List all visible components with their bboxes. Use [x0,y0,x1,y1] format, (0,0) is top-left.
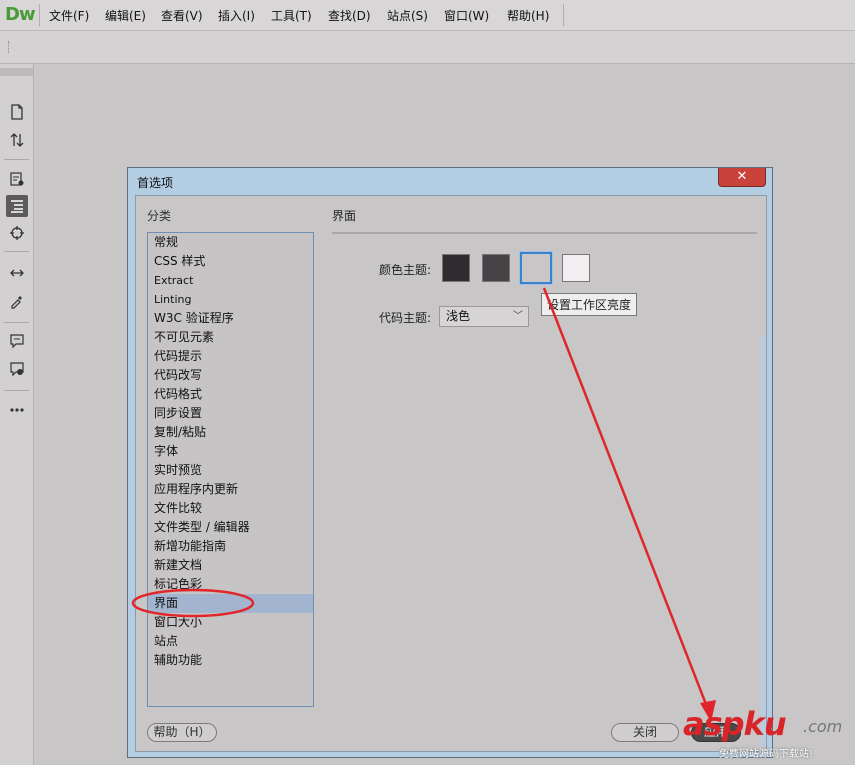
category-item-extract[interactable]: Extract [148,271,313,290]
toolbar-grip[interactable] [8,41,11,53]
menu-separator [563,4,564,26]
menu-window[interactable]: 窗口(W) [444,7,489,24]
menu-site[interactable]: 站点(S) [387,7,428,24]
category-item-code-format[interactable]: 代码格式 [148,385,313,404]
category-item-file-types-editors[interactable]: 文件类型 / 编辑器 [148,518,313,537]
color-theme-label: 颜色主题: [379,263,432,277]
category-item-in-app-updates[interactable]: 应用程序内更新 [148,480,313,499]
expand-icon[interactable] [6,262,28,284]
category-item-code-hints[interactable]: 代码提示 [148,347,313,366]
toolbar-header-strip[interactable] [0,68,33,76]
format-source-icon[interactable] [6,195,28,217]
toolbar-separator [4,251,29,252]
category-item-window-sizes[interactable]: 窗口大小 [148,613,313,632]
menu-separator [39,4,40,26]
toolbar-separator [4,322,29,323]
code-theme-select[interactable]: 浅色 ﹀ [439,306,529,327]
remove-comment-icon[interactable] [6,358,28,380]
menu-tools[interactable]: 工具(T) [271,7,312,24]
category-item-highlight-colors[interactable]: 标记色彩 [148,575,313,594]
pane-divider [332,232,757,234]
toolbar-separator [4,159,29,160]
category-item-copy-paste[interactable]: 复制/粘贴 [148,423,313,442]
menu-bar: Dw 文件(F) 编辑(E) 查看(V) 插入(I) 工具(T) 查找(D) 站… [0,0,855,31]
inspect-icon[interactable] [6,168,28,190]
comment-icon[interactable] [6,330,28,352]
app-logo: Dw [5,4,36,25]
theme-swatch-darkest[interactable] [442,254,470,282]
theme-swatch-dark[interactable] [482,254,510,282]
left-toolbar [0,64,34,765]
more-icon[interactable] [6,399,28,421]
theme-swatch-light[interactable] [520,252,552,284]
transfer-icon[interactable] [6,129,28,151]
category-item-new-document[interactable]: 新建文档 [148,556,313,575]
close-icon: ✕ [736,169,748,184]
category-item-code-rewriting[interactable]: 代码改写 [148,366,313,385]
category-label: 分类 [147,209,172,223]
preferences-dialog: 首选项 ✕ 分类 常规 CSS 样式 Extract Linting W3C 验… [127,167,773,758]
pane-title: 界面 [332,209,357,223]
category-item-w3c-validator[interactable]: W3C 验证程序 [148,309,313,328]
swatch-tooltip: 设置工作区亮度 [541,293,638,316]
category-item-invisible-elements[interactable]: 不可见元素 [148,328,313,347]
watermark-logo: aspku [683,705,787,743]
category-item-live-preview[interactable]: 实时预览 [148,461,313,480]
eyedropper-icon[interactable] [6,290,28,312]
category-item-file-compare[interactable]: 文件比较 [148,499,313,518]
category-item-css-styles[interactable]: CSS 样式 [148,252,313,271]
category-item-linting[interactable]: Linting [148,290,313,309]
scrollbar[interactable] [761,336,766,746]
menu-insert[interactable]: 插入(I) [218,7,255,24]
menu-file[interactable]: 文件(F) [49,7,89,24]
menu-help[interactable]: 帮助(H) [507,7,549,24]
theme-swatch-lightest[interactable] [562,254,590,282]
watermark-domain: .com [803,717,843,736]
menu-view[interactable]: 查看(V) [161,7,203,24]
category-item-interface[interactable]: 界面 [148,594,313,613]
help-button[interactable]: 帮助（H） [147,723,217,742]
target-icon[interactable] [6,222,28,244]
document-toolbar [0,31,855,64]
toolbar-separator [4,390,29,391]
dialog-body: 分类 常规 CSS 样式 Extract Linting W3C 验证程序 不可… [135,195,767,752]
close-button[interactable]: 关闭 [611,723,679,742]
category-item-sync-settings[interactable]: 同步设置 [148,404,313,423]
watermark-tagline: 免费网站源码下载站! [719,749,814,760]
dialog-close-button[interactable]: ✕ [718,168,766,187]
menu-edit[interactable]: 编辑(E) [105,7,146,24]
category-item-general[interactable]: 常规 [148,233,313,252]
dialog-title: 首选项 [137,176,174,190]
code-theme-label: 代码主题: [379,311,432,325]
category-list[interactable]: 常规 CSS 样式 Extract Linting W3C 验证程序 不可见元素… [147,232,314,707]
category-item-fonts[interactable]: 字体 [148,442,313,461]
category-item-site[interactable]: 站点 [148,632,313,651]
new-document-icon[interactable] [6,101,28,123]
watermark: aspku .com 免费网站源码下载站! [683,705,853,765]
code-theme-value: 浅色 [446,309,471,323]
menu-find[interactable]: 查找(D) [328,7,371,24]
category-item-whats-new-guide[interactable]: 新增功能指南 [148,537,313,556]
category-item-accessibility[interactable]: 辅助功能 [148,651,313,670]
chevron-down-icon: ﹀ [513,311,523,322]
